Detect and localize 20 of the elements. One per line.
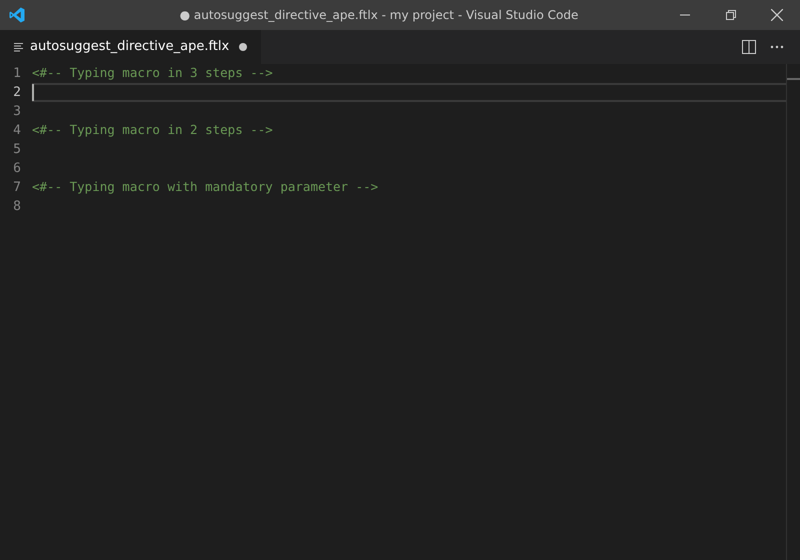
split-editor-icon[interactable] [742,40,756,54]
line-number: 2 [12,84,22,102]
more-icon[interactable] [770,45,784,49]
restore-icon [726,10,736,20]
text-cursor [32,84,34,101]
window-title: ● autosuggest_directive_ape.ftlx - my project - Visual Studio Code [180,7,578,24]
editor-tab[interactable]: autosuggest_directive_ape.ftlx [0,30,262,64]
code-comment: <#-- Typing macro in 2 steps --> [32,121,273,140]
line-number: 3 [12,102,22,121]
code-comment: <#-- Typing macro in 3 steps --> [32,64,273,82]
close-icon [771,9,783,21]
line-number: 4 [12,122,22,140]
line-number: 8 [12,198,22,216]
line-number: 6 [12,160,22,178]
code-comment: <#-- Typing macro with mandatory parameter --> [32,178,378,196]
logo-icon [8,6,26,24]
line-number: 5 [12,140,22,159]
file-lines-icon [14,42,24,52]
line-number: 7 [12,178,22,197]
line-number: 1 [12,64,22,83]
